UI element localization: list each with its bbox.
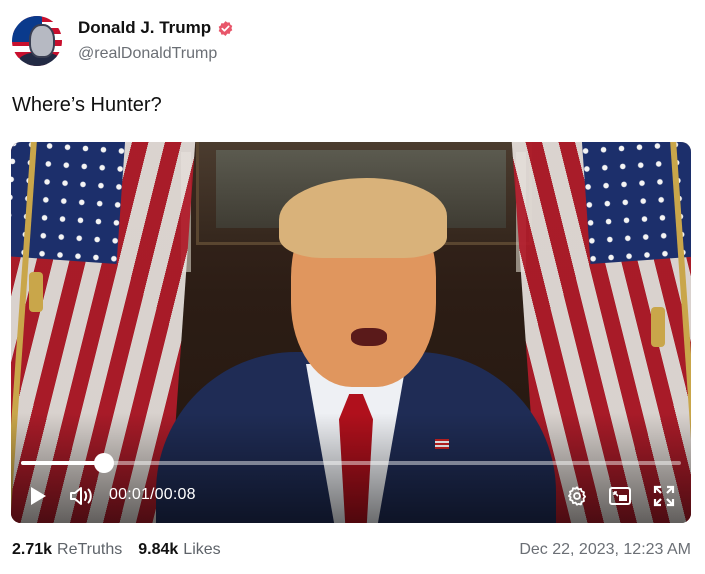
video-progress-fill	[21, 461, 104, 465]
play-icon	[31, 487, 46, 505]
author-handle[interactable]: @realDonaldTrump	[78, 45, 234, 63]
video-progress-bar[interactable]	[21, 453, 681, 473]
author-name[interactable]: Donald J. Trump	[78, 18, 211, 38]
volume-button[interactable]	[69, 482, 95, 510]
video-player[interactable]: 00:01/00:08	[11, 142, 691, 523]
author-block: Donald J. Trump @realDonaldTrump	[78, 18, 234, 63]
fullscreen-icon	[653, 485, 675, 507]
play-button[interactable]	[27, 482, 49, 510]
video-time-display: 00:01/00:08	[109, 486, 196, 503]
avatar[interactable]	[12, 16, 62, 66]
verified-badge-icon	[218, 20, 233, 36]
author-name-row: Donald J. Trump	[78, 18, 234, 38]
post-text: Where’s Hunter?	[12, 94, 162, 116]
settings-button[interactable]	[564, 482, 590, 510]
settings-gear-icon	[568, 486, 586, 506]
avatar-face	[29, 24, 55, 58]
retruths-stat[interactable]: 2.71k ReTruths	[12, 541, 122, 559]
likes-stat[interactable]: 9.84k Likes	[138, 541, 220, 559]
post-footer: 2.71k ReTruths 9.84k Likes Dec 22, 2023,…	[12, 541, 691, 559]
post-timestamp[interactable]: Dec 22, 2023, 12:23 AM	[519, 541, 691, 559]
video-controls: 00:01/00:08	[11, 482, 691, 512]
picture-in-picture-button[interactable]	[607, 482, 633, 510]
likes-label: Likes	[183, 541, 221, 558]
picture-in-picture-icon	[609, 487, 631, 505]
volume-icon	[70, 487, 92, 505]
video-scrubber-handle[interactable]	[93, 453, 114, 473]
retruths-count: 2.71k	[12, 541, 53, 558]
likes-count: 9.84k	[138, 541, 179, 558]
retruths-label: ReTruths	[57, 541, 123, 558]
fullscreen-button[interactable]	[651, 482, 677, 510]
